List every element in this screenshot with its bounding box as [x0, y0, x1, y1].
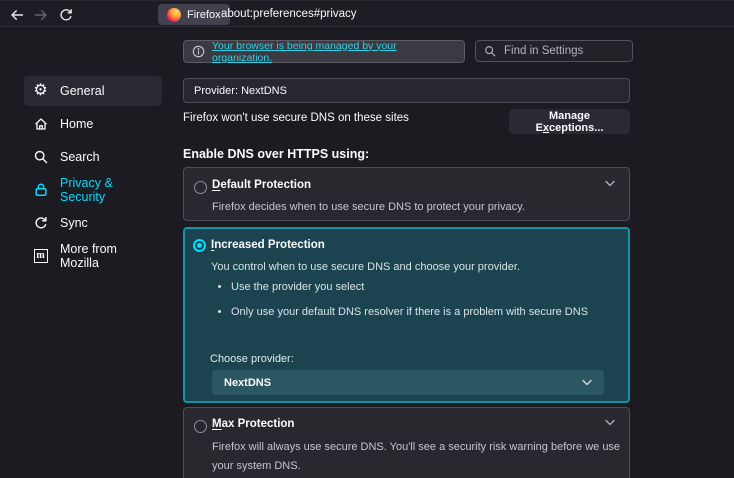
lock-icon [32, 182, 49, 199]
managed-notice: Your browser is being managed by your or… [183, 40, 465, 63]
sidebar-item-privacy-security[interactable]: Privacy & Security [24, 175, 162, 205]
option-max-protection[interactable]: Max Protection Firefox will always use s… [183, 407, 630, 478]
sidebar-item-label: General [60, 84, 104, 98]
option-increased-protection[interactable]: Increased Protection You control when to… [183, 227, 630, 403]
choose-provider-label: Choose provider: [210, 353, 294, 365]
active-tab[interactable]: Firefox [158, 4, 230, 25]
sidebar-item-home[interactable]: Home [24, 109, 162, 139]
back-button[interactable] [7, 5, 27, 25]
search-icon [484, 45, 496, 57]
option-title: Increased Protection [211, 239, 325, 251]
manage-exceptions-button[interactable]: Manage Exceptions... [509, 109, 630, 134]
forward-button[interactable] [31, 5, 51, 25]
managed-notice-link[interactable]: Your browser is being managed by your or… [212, 40, 456, 64]
mozilla-icon: m [32, 248, 49, 265]
radio-max-protection[interactable] [194, 420, 207, 433]
url-bar-text[interactable]: about:preferences#privacy [221, 1, 357, 28]
provider-dropdown[interactable]: NextDNS [212, 370, 604, 395]
sidebar-item-more-from-mozilla[interactable]: m More from Mozilla [24, 241, 162, 271]
secure-dns-exceptions-label: Firefox won't use secure DNS on these si… [183, 112, 409, 124]
sidebar-item-label: More from Mozilla [60, 242, 154, 270]
provider-text: Provider: NextDNS [194, 85, 287, 97]
find-in-settings [475, 40, 633, 62]
reload-icon [59, 8, 73, 22]
home-icon [32, 116, 49, 133]
provider-dropdown-value: NextDNS [224, 377, 271, 389]
info-icon [192, 45, 205, 58]
chevron-down-icon [582, 379, 592, 386]
back-arrow-icon [10, 8, 24, 22]
firefox-logo-icon [167, 8, 181, 22]
increased-protection-bullets: Use the provider you select Only use you… [215, 281, 588, 331]
sync-icon [32, 215, 49, 232]
radio-default-protection[interactable] [194, 181, 207, 194]
browser-toolbar: Firefox about:preferences#privacy [0, 0, 734, 27]
bullet-item: Use the provider you select [231, 281, 588, 293]
option-title: Max Protection [212, 418, 294, 430]
sidebar-item-label: Sync [60, 216, 88, 230]
chevron-down-icon[interactable] [605, 180, 615, 187]
sidebar-item-sync[interactable]: Sync [24, 208, 162, 238]
reload-button[interactable] [56, 5, 76, 25]
sidebar-item-label: Search [60, 150, 100, 164]
sidebar-item-label: Privacy & Security [60, 176, 154, 204]
option-default-protection[interactable]: Default Protection Firefox decides when … [183, 167, 630, 221]
option-description: Firefox will always use secure DNS. You'… [212, 438, 624, 476]
gear-icon: ⚙ [32, 83, 49, 100]
search-icon [32, 149, 49, 166]
chevron-down-icon[interactable] [605, 419, 615, 426]
dns-provider-display: Provider: NextDNS [183, 78, 630, 103]
firefox-window: Firefox about:preferences#privacy ⚙ Gene… [0, 0, 734, 478]
tab-title: Firefox [187, 9, 221, 21]
sidebar-item-label: Home [60, 117, 93, 131]
option-description: Firefox decides when to use secure DNS t… [212, 200, 525, 215]
option-description: You control when to use secure DNS and c… [211, 260, 520, 275]
radio-increased-protection[interactable] [193, 239, 206, 252]
dns-over-https-heading: Enable DNS over HTTPS using: [183, 147, 369, 161]
sidebar-item-general[interactable]: ⚙ General [24, 76, 162, 106]
bullet-item: Only use your default DNS resolver if th… [231, 306, 588, 318]
sidebar-item-search[interactable]: Search [24, 142, 162, 172]
option-title: Default Protection [212, 179, 311, 191]
forward-arrow-icon [34, 8, 48, 22]
find-in-settings-input[interactable] [502, 44, 617, 58]
